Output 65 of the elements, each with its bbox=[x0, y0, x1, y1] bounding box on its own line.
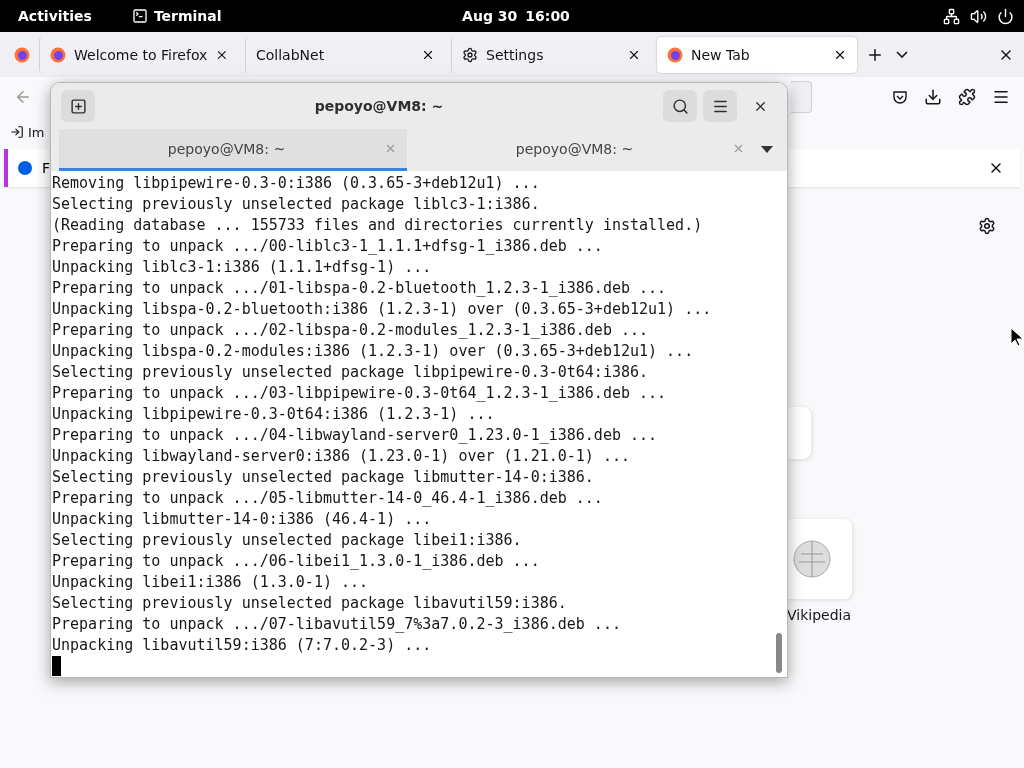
terminal-icon bbox=[131, 8, 148, 24]
clock-date[interactable]: Aug 30 bbox=[462, 8, 518, 24]
url-field[interactable] bbox=[791, 81, 812, 113]
terminal-output-line: Selecting previously unselected package libei1:i386. bbox=[52, 530, 523, 551]
plus-icon bbox=[69, 97, 87, 115]
terminal-output-line: Preparing to unpack .../00-liblc3-1_1.1.1+dfsg-1_i386.deb ... bbox=[52, 236, 604, 257]
search-button[interactable] bbox=[663, 90, 697, 122]
terminal-output-line: Selecting previously unselected package libmutter-14-0:i386. bbox=[52, 467, 595, 488]
settings-icon bbox=[462, 46, 478, 63]
activities-button[interactable]: Activities bbox=[18, 8, 92, 24]
terminal-output-line: Unpacking libmutter-14-0:i386 (46.4-1) ... bbox=[52, 509, 433, 530]
terminal-output-line: Preparing to unpack .../02-libspa-0.2-modules_1.2.3-1_i386.deb ... bbox=[52, 320, 650, 341]
terminal-output-line: Unpacking libwayland-server0:i386 (1.23.0-1) over (1.21.0-1) ... bbox=[52, 446, 631, 467]
search-icon bbox=[671, 97, 689, 115]
menu-button[interactable] bbox=[703, 90, 737, 122]
terminal-output-line: Unpacking liblc3-1:i386 (1.1.1+dfsg-1) ... bbox=[52, 257, 433, 278]
import-icon bbox=[10, 125, 24, 139]
terminal-output-line: Unpacking libspa-0.2-modules:i386 (1.2.3-1) over (0.3.65-3+deb12u1) ... bbox=[52, 341, 695, 362]
network-icon[interactable] bbox=[943, 7, 960, 25]
scrollbar-thumb[interactable] bbox=[776, 633, 782, 673]
window-title: pepoyo@VM8: ~ bbox=[313, 98, 445, 114]
terminal-output-line: Selecting previously unselected package libpipewire-0.3-0t64:i386. bbox=[52, 362, 650, 383]
volume-icon[interactable] bbox=[970, 7, 987, 25]
browser-tab[interactable]: Welcome to Firefox bbox=[39, 36, 239, 73]
firefox-icon bbox=[667, 46, 683, 63]
app-menu[interactable]: Terminal bbox=[153, 8, 222, 24]
terminal-output-line: Selecting previously unselected package libavutil59:i386. bbox=[52, 593, 568, 614]
shortcut-tile[interactable] bbox=[787, 407, 811, 459]
terminal-output-line: Preparing to unpack .../01-libspa-0.2-bluetooth_1.2.3-1_i386.deb ... bbox=[52, 278, 668, 299]
clock-time[interactable]: 16:00 bbox=[525, 8, 570, 24]
triangle-down-icon bbox=[761, 146, 773, 154]
terminal-output-line: Unpacking libavutil59:i386 (7:7.0.2-3) ... bbox=[52, 635, 433, 656]
browser-tab[interactable]: CollabNet bbox=[245, 36, 445, 73]
terminal-tab[interactable]: pepoyo@VM8: ~ bbox=[59, 129, 407, 171]
terminal-output-line: (Reading database ... 155733 files and directories currently installed.) bbox=[52, 215, 704, 236]
notification-text: F bbox=[42, 160, 51, 176]
terminal-output-line: Unpacking libspa-0.2-bluetooth:i386 (1.2.3-1) over (0.3.65-3+deb12u1) ... bbox=[52, 299, 713, 320]
puzzle-icon bbox=[958, 88, 976, 106]
terminal-output-line: Preparing to unpack .../04-libwayland-server0_1.23.0-1_i386.deb ... bbox=[52, 425, 659, 446]
info-icon bbox=[18, 161, 32, 175]
terminal-output-line: Preparing to unpack .../05-libmutter-14-0_46.4-1_i386.deb ... bbox=[52, 488, 604, 509]
browser-tab[interactable]: New Tab bbox=[657, 36, 857, 73]
settings-icon bbox=[978, 217, 996, 235]
terminal-output-line: Preparing to unpack .../07-libavutil59_7%3a7.0.2-3_i386.deb ... bbox=[52, 614, 622, 635]
terminal-output-line: Preparing to unpack .../03-libpipewire-0.3-0t64_1.2.3-1_i386.deb ... bbox=[52, 383, 668, 404]
download-icon bbox=[924, 88, 942, 106]
power-icon[interactable] bbox=[997, 7, 1014, 25]
terminal-output-line: Selecting previously unselected package liblc3-1:i386. bbox=[52, 194, 541, 215]
terminal-output-line: Preparing to unpack .../06-libei1_1.3.0-1_i386.deb ... bbox=[52, 551, 541, 572]
terminal-output-line: Unpacking libpipewire-0.3-0t64:i386 (1.2.3-1) ... bbox=[52, 404, 496, 425]
terminal-output-line: Unpacking libei1:i386 (1.3.0-1) ... bbox=[52, 572, 370, 593]
firefox-icon bbox=[50, 46, 66, 63]
terminal-tab[interactable]: pepoyo@VM8: ~ bbox=[407, 129, 755, 171]
shortcut-tile[interactable] bbox=[787, 519, 852, 599]
menu-icon bbox=[992, 88, 1010, 106]
firefox-icon bbox=[14, 46, 30, 63]
browser-tab[interactable]: Settings bbox=[451, 36, 651, 73]
shortcut-label: Vikipedia bbox=[787, 607, 851, 623]
globe-icon bbox=[793, 540, 831, 578]
chevron-down-icon bbox=[896, 51, 908, 58]
new-tab-button[interactable] bbox=[61, 90, 95, 122]
pocket-icon bbox=[892, 89, 908, 105]
terminal-output-line: Removing libpipewire-0.3-0:i386 (0.3.65-3+deb12u1) ... bbox=[52, 173, 541, 194]
text-cursor bbox=[52, 656, 61, 676]
bookmark-link[interactable]: Im bbox=[10, 124, 45, 140]
